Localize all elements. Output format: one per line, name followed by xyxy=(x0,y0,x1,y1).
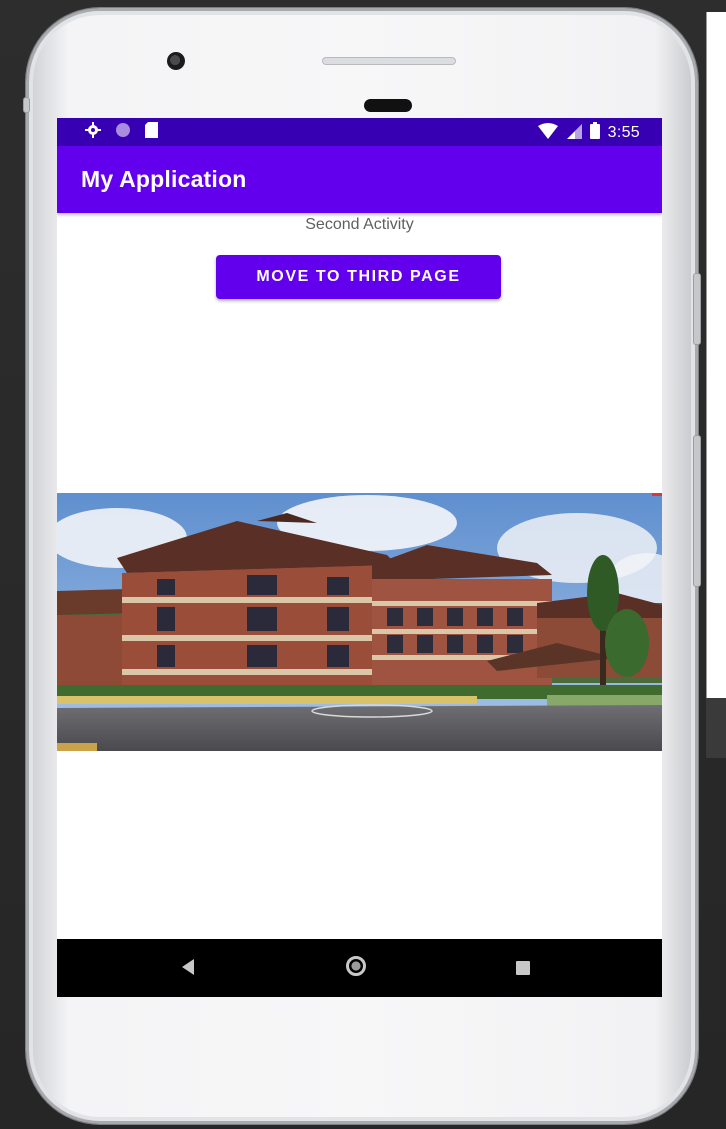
college-building-image xyxy=(57,493,662,751)
emulator-side-panel-lower xyxy=(706,698,726,758)
status-bar: 3:55 xyxy=(57,118,662,146)
earpiece-speaker xyxy=(322,57,456,65)
emulator-side-panel xyxy=(706,12,726,698)
signal-icon xyxy=(566,123,582,143)
sd-card-icon xyxy=(145,122,158,142)
app-bar: My Application xyxy=(57,146,662,213)
device-screen: 3:55 My Application Second Activity MOVE… xyxy=(57,118,662,997)
navigation-bar xyxy=(57,939,662,997)
volume-button[interactable] xyxy=(693,273,701,345)
front-camera xyxy=(167,52,185,70)
move-to-third-page-button[interactable]: MOVE TO THIRD PAGE xyxy=(216,255,501,299)
back-icon[interactable] xyxy=(182,959,194,975)
status-time: 3:55 xyxy=(607,123,640,141)
notification-dot-icon xyxy=(115,122,131,142)
wifi-icon xyxy=(537,122,558,143)
settings-icon xyxy=(85,122,101,142)
left-edge-button xyxy=(23,97,30,113)
recents-icon[interactable] xyxy=(516,961,530,975)
power-button[interactable] xyxy=(693,435,701,587)
app-title: My Application xyxy=(81,166,247,192)
battery-icon xyxy=(589,122,600,143)
proximity-sensor xyxy=(364,99,412,112)
home-icon[interactable] xyxy=(346,956,366,976)
activity-label: Second Activity xyxy=(305,216,414,233)
